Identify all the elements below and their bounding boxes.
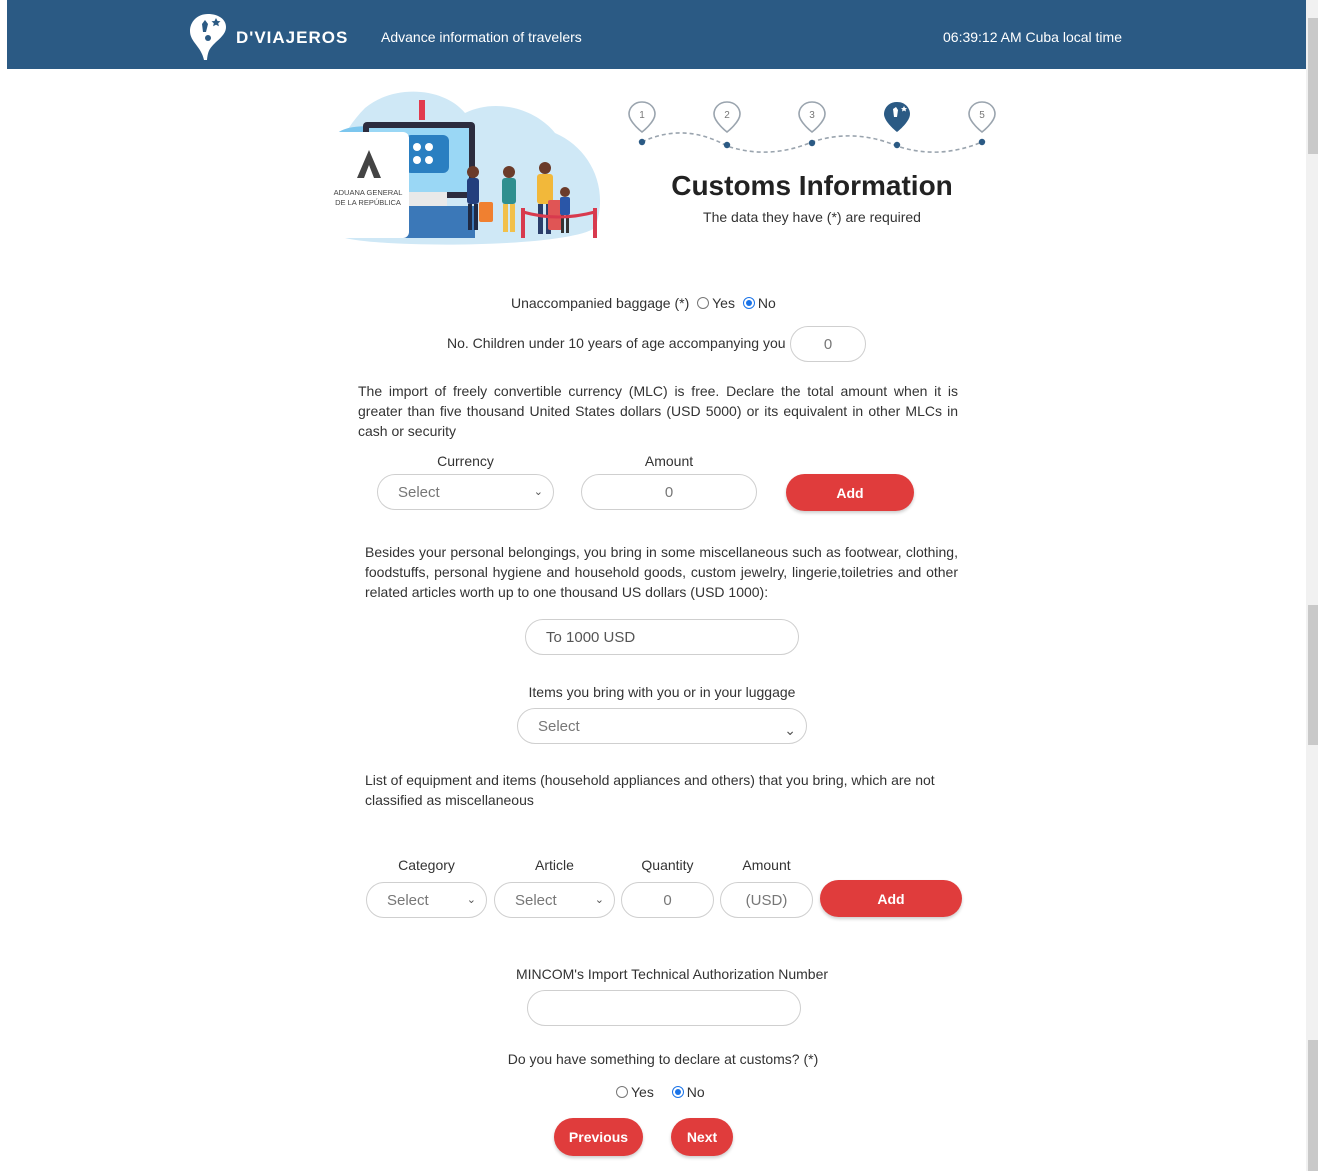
declare-label: Do you have something to declare at cust… <box>507 1051 819 1067</box>
header-subtitle: Advance information of travelers <box>381 29 582 45</box>
next-button[interactable]: Next <box>671 1118 733 1156</box>
step-4-active <box>884 102 910 149</box>
baggage-row: Unaccompanied baggage (*) Yes No <box>511 295 776 311</box>
items-label: Items you bring with you or in your lugg… <box>528 684 796 700</box>
progress-steps: 1 2 3 5 <box>628 101 996 153</box>
baggage-no-radio[interactable] <box>742 297 755 309</box>
mincom-label: MINCOM's Import Technical Authorization … <box>515 966 829 982</box>
currency-amount-input[interactable]: 0 <box>581 474 757 510</box>
baggage-label: Unaccompanied baggage (*) <box>511 295 690 311</box>
article-select[interactable]: Select ⌄ <box>494 882 615 918</box>
page-title: Customs Information <box>671 170 953 201</box>
currency-select[interactable]: Select ⌄ <box>377 474 554 510</box>
badge-line-2: DE LA REPÚBLICA <box>335 198 401 207</box>
category-label: Category <box>398 857 455 873</box>
equipment-amount-label: Amount <box>742 857 791 873</box>
currency-select-value: Select <box>398 483 440 501</box>
add-equipment-button[interactable]: Add <box>820 880 962 917</box>
category-select[interactable]: Select ⌄ <box>366 882 487 918</box>
article-select-value: Select <box>515 891 557 909</box>
equipment-amount-input[interactable]: (USD) <box>720 882 813 918</box>
quantity-value: 0 <box>663 891 672 909</box>
local-time: 06:39:12 AM Cuba local time <box>943 29 1122 45</box>
miscellaneous-value: To 1000 USD <box>546 628 636 646</box>
chevron-down-icon: ⌄ <box>533 486 543 498</box>
scrollbar-thumb-middle[interactable] <box>1308 605 1318 745</box>
declare-row: Yes No <box>612 1084 705 1100</box>
declare-yes-radio[interactable] <box>616 1086 628 1098</box>
required-note: The data they have (*) are required <box>703 209 921 225</box>
previous-button[interactable]: Previous <box>554 1118 643 1156</box>
baggage-yes-label[interactable]: Yes <box>712 295 735 311</box>
svg-text:5: 5 <box>979 110 985 121</box>
children-count-value: 0 <box>823 335 833 353</box>
children-label: No. Children under 10 years of age accom… <box>447 335 786 351</box>
svg-text:1: 1 <box>639 110 645 121</box>
items-select[interactable]: Select ⌄ <box>517 708 807 744</box>
currency-note: The import of freely convertible currenc… <box>358 383 958 439</box>
children-count-input[interactable]: 0 <box>790 326 866 362</box>
equipment-amount-placeholder: (USD) <box>745 891 788 909</box>
miscellaneous-note: Besides your personal belongings, you br… <box>365 544 958 600</box>
quantity-label: Quantity <box>641 857 694 873</box>
currency-label: Currency <box>437 453 494 469</box>
step-5: 5 <box>968 101 996 146</box>
declare-no-radio[interactable] <box>671 1086 684 1098</box>
customs-illustration: ADUANA GENERAL DE LA REPÚBLICA <box>327 91 601 245</box>
category-select-value: Select <box>387 891 429 909</box>
chevron-down-icon: ⌄ <box>466 894 476 906</box>
equipment-note: List of equipment and items (household a… <box>365 772 935 808</box>
declare-no-label[interactable]: No <box>687 1084 705 1100</box>
baggage-yes-radio[interactable] <box>697 297 710 309</box>
baggage-no-label[interactable]: No <box>758 295 776 311</box>
svg-text:2: 2 <box>724 110 730 121</box>
svg-text:3: 3 <box>809 110 815 121</box>
items-select-value: Select <box>538 717 580 735</box>
chevron-down-icon: ⌄ <box>784 722 796 738</box>
dviajeros-logo-icon <box>190 14 226 60</box>
top-bar: D'VIAJEROS Advance information of travel… <box>7 0 1306 69</box>
page-scrollbar[interactable] <box>1306 0 1318 1171</box>
add-currency-button[interactable]: Add <box>786 474 914 511</box>
scrollbar-thumb-top[interactable] <box>1308 18 1318 154</box>
currency-amount-value: 0 <box>664 483 674 501</box>
chevron-down-icon: ⌄ <box>594 894 604 906</box>
article-label: Article <box>535 857 574 873</box>
amount-label: Amount <box>644 453 694 469</box>
badge-line-1: ADUANA GENERAL <box>334 188 403 197</box>
declare-yes-label[interactable]: Yes <box>631 1084 654 1100</box>
quantity-input[interactable]: 0 <box>621 882 714 918</box>
brand-name: D'VIAJEROS <box>236 28 349 47</box>
scrollbar-thumb-bottom[interactable] <box>1308 1040 1318 1171</box>
miscellaneous-value-input[interactable]: To 1000 USD <box>525 619 799 655</box>
mincom-number-input[interactable] <box>527 990 801 1026</box>
